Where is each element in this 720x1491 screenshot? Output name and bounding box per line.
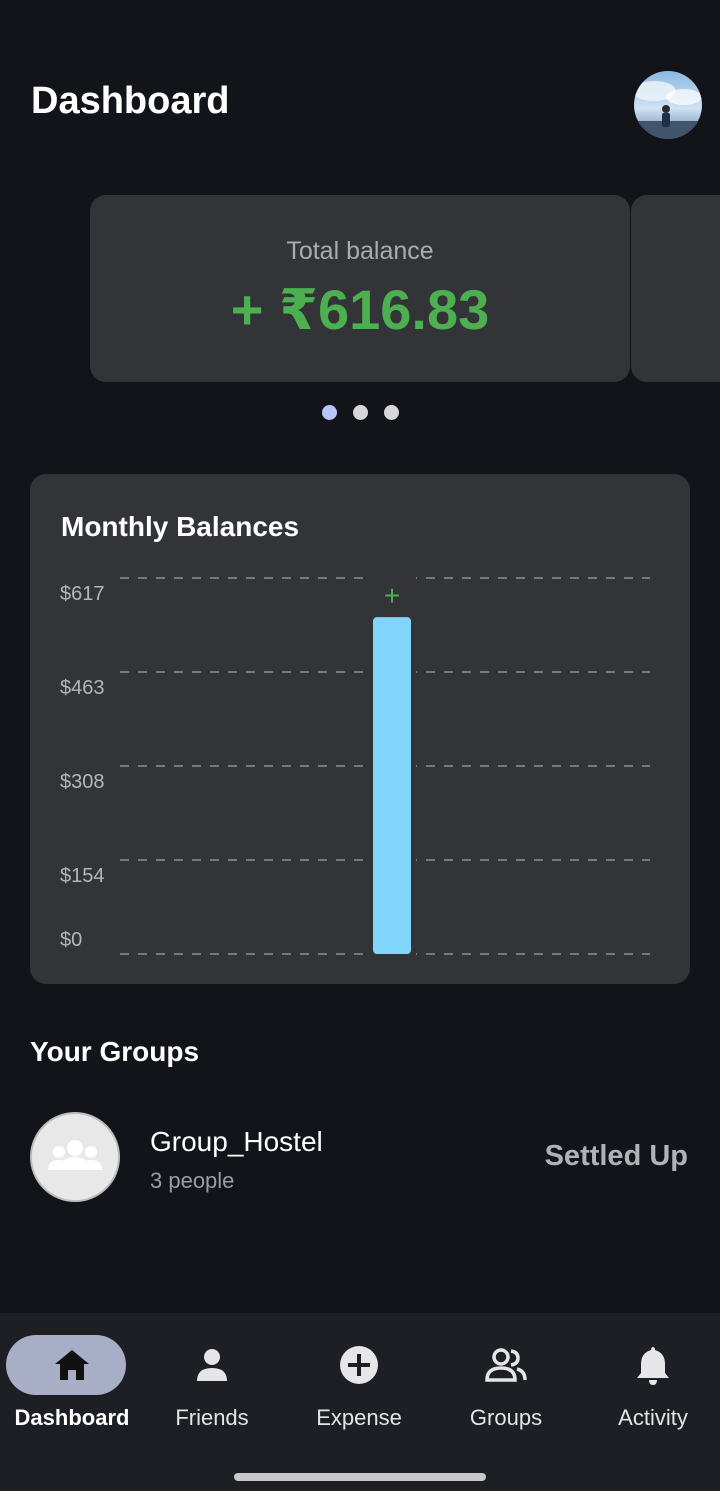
nav-item-groups[interactable]: Groups	[434, 1313, 578, 1443]
bell-icon	[581, 1343, 720, 1387]
group-settle-status: Settled Up	[544, 1140, 688, 1172]
total-balance-amount: + ₹616.83	[230, 278, 490, 341]
monthly-balances-card: Monthly Balances $617 $463 $308 $154 $0 +	[30, 474, 690, 984]
nav-item-activity[interactable]: Activity	[581, 1313, 720, 1443]
y-tick-label: $154	[60, 865, 105, 887]
person-icon	[140, 1343, 284, 1387]
your-groups-heading: Your Groups	[30, 1036, 200, 1067]
group-list-item[interactable]: Group_Hostel 3 people Settled Up	[30, 1112, 690, 1202]
group-icon	[434, 1343, 578, 1387]
gesture-home-bar[interactable]	[234, 1473, 486, 1481]
y-tick-label: $0	[60, 929, 82, 951]
group-name: Group_Hostel	[150, 1126, 323, 1157]
nav-label: Groups	[469, 1405, 543, 1430]
y-tick-label: $308	[60, 771, 105, 793]
add-circle-icon	[287, 1343, 431, 1387]
group-icon	[48, 1140, 102, 1170]
nav-item-friends[interactable]: Friends	[140, 1313, 284, 1443]
total-balance-card[interactable]: Total balance + ₹616.83	[90, 195, 630, 382]
nav-item-dashboard[interactable]: Dashboard	[0, 1313, 144, 1443]
carousel-dot[interactable]	[384, 405, 399, 420]
total-balance-label: Total balance	[286, 237, 434, 265]
home-icon	[0, 1343, 144, 1387]
group-avatar	[30, 1112, 120, 1202]
carousel-dot[interactable]	[322, 405, 337, 420]
nav-label: Expense	[316, 1405, 402, 1430]
y-tick-label: $463	[60, 677, 105, 699]
nav-label: Friends	[175, 1405, 249, 1430]
y-tick-label: $617	[60, 583, 105, 605]
nav-label: Dashboard	[14, 1405, 130, 1430]
bottom-navigation: Dashboard Friends Expense Groups Activit…	[0, 1313, 720, 1491]
monthly-balances-chart: $617 $463 $308 $154 $0 +	[60, 572, 650, 960]
profile-photo	[634, 81, 702, 139]
bar-data-label: +	[384, 580, 400, 611]
next-balance-card[interactable]	[631, 195, 720, 382]
page-title: Dashboard	[31, 80, 230, 122]
carousel-dot[interactable]	[353, 405, 368, 420]
profile-avatar[interactable]	[634, 71, 702, 139]
nav-label: Activity	[618, 1405, 688, 1430]
carousel-indicator	[322, 405, 399, 420]
nav-item-expense[interactable]: Expense	[287, 1313, 431, 1443]
group-member-count: 3 people	[150, 1168, 235, 1193]
chart-bar[interactable]	[373, 617, 411, 954]
